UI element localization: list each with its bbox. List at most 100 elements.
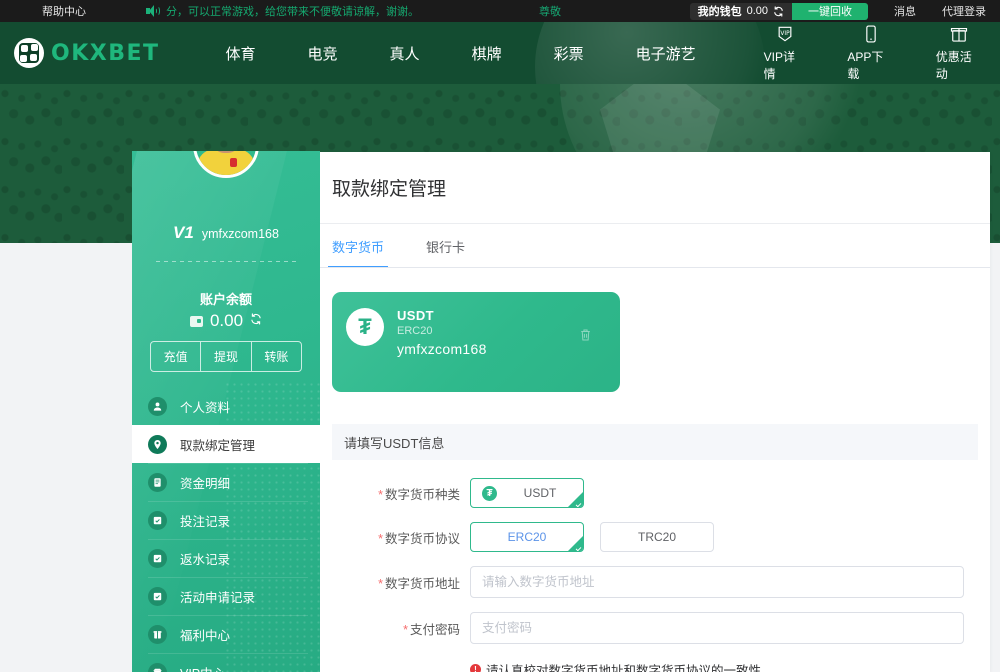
crypto-address-input[interactable] [470,566,964,598]
sidebar-item-label: 返水记录 [180,549,230,568]
required-asterisk: * [378,577,383,591]
username: ymfxzcom168 [202,227,279,241]
checklist-icon [148,587,167,606]
location-pin-icon [148,435,167,454]
protocol-option-erc20[interactable]: ERC20 [470,522,584,552]
sidebar-item-profile[interactable]: 个人资料 [132,387,320,425]
mobile-phone-icon [861,24,881,44]
transfer-button[interactable]: 转账 [252,342,301,371]
nav-item-esports[interactable]: 电竞 [282,43,364,64]
user-level-badge: V1 [173,223,194,243]
checklist-icon [148,549,167,568]
tab-bar: 数字货币 银行卡 [320,224,990,268]
sidebar-item-activity-applications[interactable]: 活动申请记录 [132,577,320,615]
one-click-recycle-button[interactable]: 一键回收 [792,3,868,20]
sidebar-menu: 个人资料 取款绑定管理 资金明细 投注记录 [132,387,320,672]
nav-app-label: APP下载 [847,48,893,82]
agent-login-link[interactable]: 代理登录 [942,3,986,19]
nav-item-sports[interactable]: 体育 [200,43,282,64]
bound-usdt-card[interactable]: ₮ USDT ERC20 ymfxzcom168 [332,292,620,392]
field-row-coin-type: *数字货币种类 ₮ USDT [320,478,990,508]
main-navigation-bar: OKXBET 体育 电竞 真人 棋牌 彩票 电子游艺 VIP VIP详情 [0,22,1000,84]
content-panel: 取款绑定管理 数字货币 银行卡 ₮ USDT ERC20 ymfxzcom168 [320,152,990,672]
site-logo[interactable]: OKXBET [14,38,160,68]
tether-small-icon: ₮ [482,486,497,501]
form-notes: ! 请认真校对数字货币地址和数字货币协议的一致性 ! 数字货币地址用于数字货币提… [320,660,990,672]
balance-amount: 0.00 [210,311,243,331]
sidebar-item-rebate-records[interactable]: 返水记录 [132,539,320,577]
sidebar-item-label: 个人资料 [180,397,230,416]
nav-vip-details[interactable]: VIP VIP详情 [764,24,806,82]
deposit-button[interactable]: 充值 [151,342,201,371]
balance-label: 账户余额 [132,289,320,308]
nav-right-items: VIP VIP详情 APP下载 [722,24,1000,82]
sidebar-item-bet-records[interactable]: 投注记录 [132,501,320,539]
crypto-binding-form: *数字货币种类 ₮ USDT *数字货币协议 ERC [320,460,990,672]
nav-item-live-casino[interactable]: 真人 [364,43,446,64]
announcement-marquee: 分，可以正常游戏，给您带来不便敬请谅解，谢谢。 [146,3,419,19]
coin-type-option-usdt[interactable]: ₮ USDT [470,478,584,508]
label-coin-type: *数字货币种类 [320,484,470,503]
wallet-icon [190,316,203,327]
control-address [470,566,964,598]
help-center-link[interactable]: 帮助中心 [42,3,86,19]
top-right-group: 我的钱包 0.00 一键回收 消息 代理登录 [690,3,1000,20]
avatar-crest [230,158,237,167]
logo-text: OKXBET [51,41,160,66]
sidebar-item-welfare-center[interactable]: 福利中心 [132,615,320,653]
nav-item-chess-cards[interactable]: 棋牌 [446,43,528,64]
refresh-icon[interactable] [250,312,262,330]
sidebar-item-label: VIP中心 [180,663,225,672]
protocol-trc20-label: TRC20 [601,530,713,544]
nav-promotions[interactable]: 优惠活动 [936,24,982,82]
wallet-label: 我的钱包 [698,3,742,19]
bound-card-network: ERC20 [397,325,487,337]
bound-card-account: ymfxzcom168 [397,341,487,357]
sidebar-item-fund-details[interactable]: 资金明细 [132,463,320,501]
bound-card-info: USDT ERC20 ymfxzcom168 [397,308,487,392]
label-pay-password: *支付密码 [320,619,470,638]
sidebar-item-label: 取款绑定管理 [180,435,255,454]
control-protocol: ERC20 TRC20 [470,522,714,552]
pay-password-input[interactable] [470,612,964,644]
gift-box-icon [949,24,969,44]
form-section-header: 请填写USDT信息 [332,424,978,460]
nav-item-lottery[interactable]: 彩票 [528,43,610,64]
logo-mark-icon [14,38,44,68]
sidebar-item-withdraw-binding[interactable]: 取款绑定管理 [132,425,320,463]
account-sidebar: V1 ymfxzcom168 账户余额 0.00 充值 提现 转账 [132,151,320,672]
vip-badge-icon: VIP [775,24,795,44]
required-asterisk: * [378,532,383,546]
nav-promo-label: 优惠活动 [936,48,982,82]
field-row-protocol: *数字货币协议 ERC20 TRC20 [320,522,990,552]
label-address: *数字货币地址 [320,573,470,592]
document-icon [148,473,167,492]
trash-icon[interactable] [579,328,592,342]
refresh-icon[interactable] [773,6,784,17]
speaker-icon [146,5,159,17]
nav-items: 体育 电竞 真人 棋牌 彩票 电子游艺 [200,43,722,64]
field-row-pay-password: *支付密码 [320,612,990,644]
label-protocol: *数字货币协议 [320,528,470,547]
diamond-icon [148,663,167,672]
sidebar-item-label: 投注记录 [180,511,230,530]
required-asterisk: * [403,623,408,637]
messages-link[interactable]: 消息 [894,3,916,19]
nav-app-download[interactable]: APP下载 [847,24,893,82]
nav-item-slots[interactable]: 电子游艺 [610,43,722,64]
protocol-option-trc20[interactable]: TRC20 [600,522,714,552]
tab-crypto[interactable]: 数字货币 [332,224,384,268]
sidebar-item-vip-center[interactable]: VIP中心 [132,653,320,672]
tether-glyph: ₮ [358,316,371,338]
bound-cards-list: ₮ USDT ERC20 ymfxzcom168 [320,268,990,392]
sidebar-divider [156,261,296,262]
svg-text:VIP: VIP [780,31,790,37]
my-wallet-display[interactable]: 我的钱包 0.00 [690,3,792,20]
person-icon [148,397,167,416]
wallet-amount: 0.00 [747,5,768,17]
page-root: 帮助中心 分，可以正常游戏，给您带来不便敬请谅解，谢谢。 尊敬 我的钱包 0.0… [0,0,1000,672]
withdraw-button[interactable]: 提现 [201,342,251,371]
avatar[interactable] [193,151,259,178]
page-title: 取款绑定管理 [320,152,990,201]
tab-bank-card[interactable]: 银行卡 [426,224,465,268]
